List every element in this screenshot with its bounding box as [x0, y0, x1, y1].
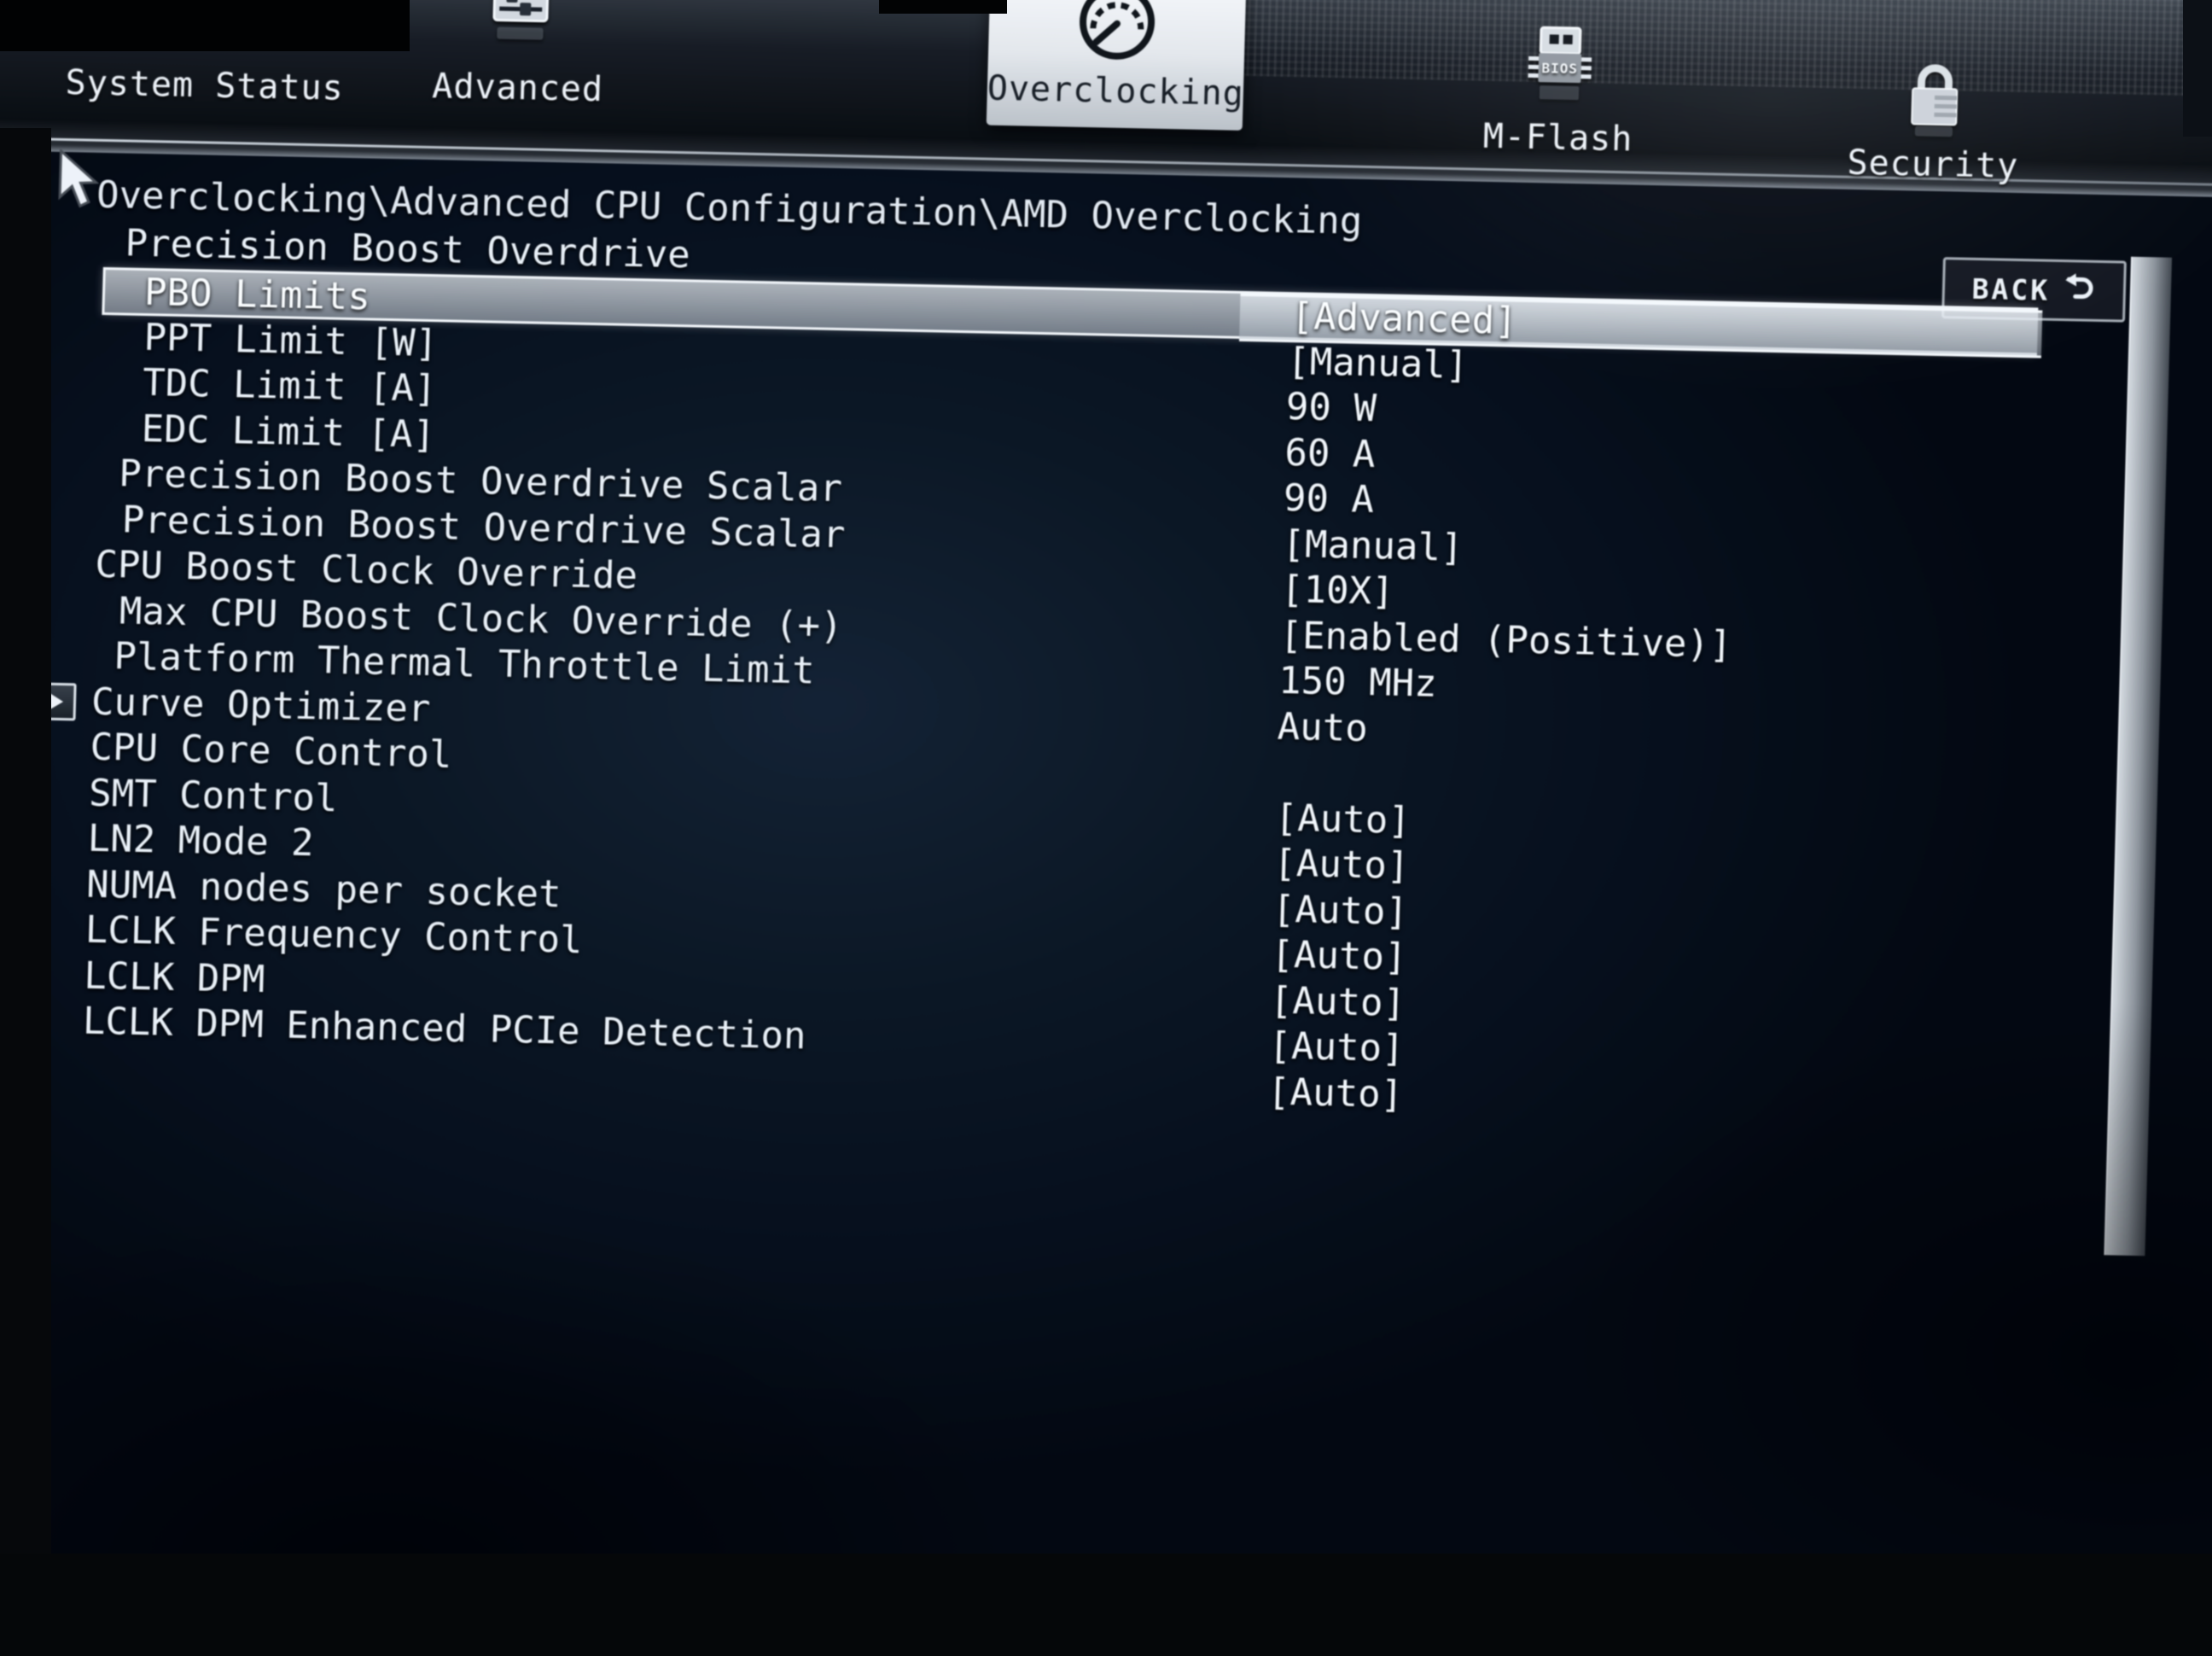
- padlock-icon: [1819, 54, 2052, 148]
- setting-label: LN2 Mode 2: [87, 817, 314, 866]
- setting-value[interactable]: [Auto]: [1267, 1070, 1404, 1116]
- tab-label: Security: [1817, 143, 2048, 187]
- monitor-bezel-bottom: [0, 1554, 2212, 1656]
- usb-bios-icon: BIOS: [1443, 20, 1676, 121]
- monitor-bezel-notch: [879, 0, 1007, 14]
- sliders-icon: [403, 0, 636, 71]
- bios-badge-text: BIOS: [1541, 60, 1578, 77]
- tab-label: Advanced: [402, 66, 633, 110]
- setting-label: TDC Limit [A]: [100, 360, 438, 411]
- settings-list: Precision Boost OverdrivePBO Limits[Adva…: [81, 221, 2093, 1132]
- setting-label: Curve Optimizer: [90, 679, 431, 730]
- tab-label: System Status: [65, 63, 296, 108]
- setting-label: PPT Limit [W]: [101, 314, 439, 364]
- bios-photo: System Status: [0, 0, 2212, 1656]
- setting-value[interactable]: [Enabled (Positive)]: [1279, 613, 1732, 666]
- setting-label: SMT Control: [89, 771, 339, 819]
- setting-value[interactable]: [Auto]: [1271, 933, 1407, 979]
- setting-value[interactable]: [Manual]: [1287, 340, 1469, 387]
- setting-value[interactable]: [Auto]: [1269, 978, 1406, 1024]
- monitor-bezel-left: [0, 128, 51, 1579]
- setting-label: PBO Limits: [104, 270, 370, 318]
- setting-value[interactable]: [10X]: [1280, 568, 1394, 614]
- setting-label: EDC Limit [A]: [98, 405, 436, 456]
- setting-label: NUMA nodes per socket: [86, 862, 562, 916]
- setting-value[interactable]: 90 W: [1285, 385, 1377, 430]
- tab-label: M-Flash: [1442, 116, 1674, 160]
- tab-overclocking[interactable]: Overclocking: [987, 0, 1247, 131]
- setting-value[interactable]: [Auto]: [1268, 1024, 1405, 1070]
- tab-m-flash[interactable]: BIOS M-Flash: [1442, 20, 1676, 160]
- setting-label: LCLK DPM: [84, 953, 265, 1000]
- setting-value[interactable]: 150 MHz: [1278, 659, 1438, 706]
- setting-label: CPU Core Control: [90, 726, 452, 777]
- setting-value[interactable]: Auto: [1277, 704, 1368, 749]
- setting-value[interactable]: 90 A: [1283, 476, 1374, 522]
- setting-label: LCLK Frequency Control: [84, 908, 583, 962]
- setting-value[interactable]: [Manual]: [1282, 522, 1464, 569]
- speedometer-icon: [988, 0, 1247, 74]
- setting-value[interactable]: 60 A: [1284, 431, 1376, 476]
- tab-security[interactable]: Security: [1817, 54, 2051, 187]
- setting-value[interactable]: [Auto]: [1272, 887, 1408, 933]
- setting-value[interactable]: [Auto]: [1273, 842, 1410, 888]
- setting-value[interactable]: [Auto]: [1274, 796, 1411, 842]
- monitor-screen: System Status: [0, 0, 2212, 1656]
- mouse-cursor-icon: [55, 149, 108, 220]
- scroll-panel-edge[interactable]: [2104, 257, 2172, 1257]
- monitor-bezel-right: [2183, 0, 2212, 137]
- setting-value[interactable]: [Advanced]: [1290, 294, 1517, 343]
- monitor-bezel-top-left: [0, 0, 410, 51]
- tab-advanced[interactable]: Advanced: [402, 0, 637, 110]
- tab-label: Overclocking: [987, 69, 1243, 114]
